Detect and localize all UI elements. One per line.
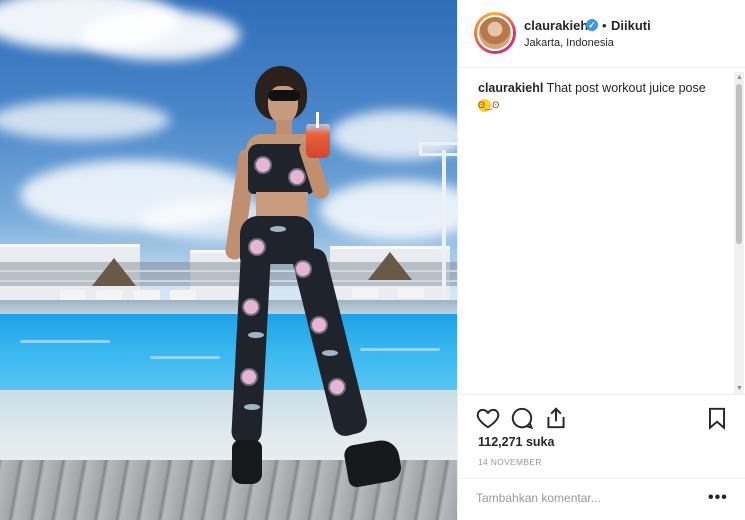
sun-lounger	[352, 288, 378, 298]
floral-print	[250, 240, 264, 254]
username-link[interactable]: claurakiehl	[524, 18, 592, 33]
scroll-down-arrow-icon[interactable]: ▼	[736, 385, 743, 392]
sun-lounger	[96, 290, 122, 300]
railing	[0, 280, 457, 282]
avatar[interactable]	[477, 15, 513, 51]
scrollbar-thumb[interactable]	[736, 84, 742, 244]
cloud	[80, 10, 240, 60]
caption-text: That post workout juice pose	[546, 81, 706, 95]
comment-bubble-icon[interactable]	[509, 405, 535, 431]
floral-print	[290, 170, 304, 184]
story-ring[interactable]	[474, 12, 516, 54]
likes-count[interactable]: 112,271 suka	[478, 435, 554, 449]
comment-input[interactable]	[476, 489, 696, 507]
straw	[316, 112, 319, 128]
leaf-print	[322, 350, 338, 356]
scroll-up-arrow-icon[interactable]: ▲	[736, 74, 743, 81]
water-ripple	[150, 356, 220, 359]
bookmark-icon[interactable]	[704, 405, 730, 431]
sun-lounger	[60, 290, 86, 300]
post-header: claurakiehl ✓ • Diikuti Jakarta, Indones…	[458, 0, 745, 68]
sun-lounger	[134, 290, 160, 300]
post-sidebar: claurakiehl ✓ • Diikuti Jakarta, Indones…	[457, 0, 745, 520]
cloud	[0, 100, 170, 140]
comments-area: claurakiehl That post workout juice pose…	[458, 68, 745, 394]
post-date[interactable]: 14 NOVEMBER	[478, 457, 542, 467]
umbrella	[92, 258, 136, 286]
share-icon[interactable]	[543, 405, 569, 431]
location-link[interactable]: Jakarta, Indonesia	[524, 37, 614, 49]
sun-lounger	[170, 290, 196, 300]
post-photo[interactable]	[0, 0, 457, 520]
juice-cup	[306, 124, 330, 158]
action-bar: 112,271 suka 14 NOVEMBER	[458, 394, 745, 480]
floral-print	[330, 380, 344, 394]
scrollbar[interactable]: ▲ ▼	[734, 72, 744, 394]
cloud	[320, 180, 457, 240]
leaf-print	[244, 404, 260, 410]
water-ripple	[360, 348, 440, 351]
floral-print	[256, 158, 270, 172]
pergola	[419, 142, 457, 156]
floral-print	[244, 300, 258, 314]
following-button[interactable]: Diikuti	[611, 18, 651, 33]
leaf-print	[270, 226, 286, 232]
caption-username[interactable]: claurakiehl	[478, 81, 543, 95]
add-comment-section: •••	[458, 478, 745, 520]
separator-dot: •	[602, 18, 607, 33]
leaf-print	[248, 332, 264, 338]
water-ripple	[20, 340, 110, 343]
sunglasses	[268, 90, 300, 101]
pergola-post	[442, 150, 446, 300]
floral-print	[296, 262, 310, 276]
verified-badge-icon: ✓	[586, 19, 598, 31]
pool-water	[0, 314, 457, 392]
caption: claurakiehl That post workout juice pose…	[478, 80, 728, 114]
floral-print	[242, 370, 256, 384]
sun-lounger	[398, 288, 424, 298]
leggings-waist	[240, 216, 314, 264]
floral-print	[312, 318, 326, 332]
heart-icon[interactable]	[475, 405, 501, 431]
left-sneaker	[232, 440, 262, 484]
umbrella	[368, 252, 412, 280]
more-options-icon[interactable]: •••	[708, 489, 728, 507]
laughing-emoji-icon: ʘ‿ʘ	[478, 99, 500, 113]
